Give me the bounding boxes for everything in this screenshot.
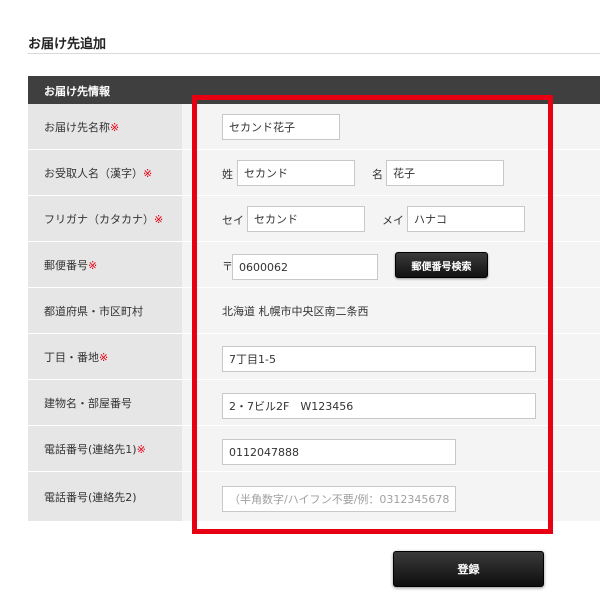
row-label-cell: お受取人名（漢字）※ [28,150,182,195]
section-header: お届け先情報 [28,76,600,104]
register-button[interactable]: 登録 [393,551,544,587]
row-label-cell: 丁目・番地※ [28,334,182,379]
required-mark: ※ [88,258,98,272]
row-content-cell [182,104,600,149]
phone2-input[interactable] [222,486,456,512]
recipient-name-label: お受取人名（漢字） [44,166,143,180]
first-kana-input[interactable] [407,206,525,232]
destination-name-input[interactable] [222,114,340,140]
first-name-prefix: 名 [372,168,383,181]
form-row-recipient-name: お受取人名（漢字）※ 姓 名 [28,150,600,196]
phone2-label: 電話番号(連絡先2) [44,490,137,504]
form-row-furigana: フリガナ（カタカナ）※ セイ メイ [28,196,600,242]
postal-search-button[interactable]: 郵便番号検索 [395,252,488,278]
form-row-postal-code: 郵便番号※ 〒 郵便番号検索 [28,242,600,288]
title-divider [28,53,600,54]
form-row-destination-name: お届け先名称※ [28,104,600,150]
required-mark: ※ [143,166,153,180]
building-label: 建物名・部屋番号 [44,396,132,410]
prefecture-city-label: 都道府県・市区町村 [44,304,143,318]
form-row-phone2: 電話番号(連絡先2) [28,472,600,522]
last-name-prefix: 姓 [222,168,233,181]
required-mark: ※ [154,212,164,226]
form-row-building: 建物名・部屋番号 [28,380,600,426]
building-input[interactable] [222,393,536,419]
row-content-cell [182,380,600,425]
required-mark: ※ [110,120,120,134]
row-content-cell: セイ メイ [182,196,600,241]
row-label-cell: フリガナ（カタカナ）※ [28,196,182,241]
row-content-cell [182,334,600,379]
last-kana-prefix: セイ [222,214,244,227]
furigana-label: フリガナ（カタカナ） [44,212,154,226]
phone1-label: 電話番号(連絡先1) [44,442,137,456]
first-kana-prefix: メイ [382,214,404,227]
prefecture-city-value: 北海道 札幌市中央区南二条西 [222,304,369,318]
row-content-cell [182,426,600,471]
row-content-cell [182,472,600,521]
form-row-block-number: 丁目・番地※ [28,334,600,380]
row-content-cell: 姓 名 [182,150,600,195]
form-row-prefecture-city: 都道府県・市区町村 北海道 札幌市中央区南二条西 [28,288,600,334]
row-label-cell: 郵便番号※ [28,242,182,287]
last-name-input[interactable] [237,160,355,186]
destination-name-label: お届け先名称 [44,120,110,134]
postal-code-input[interactable] [232,254,378,280]
required-mark: ※ [99,350,109,364]
phone1-input[interactable] [222,439,456,465]
postal-code-label: 郵便番号 [44,258,88,272]
block-number-input[interactable] [222,346,536,372]
row-label-cell: 電話番号(連絡先1)※ [28,426,182,471]
row-content-cell: 〒 郵便番号検索 [182,242,600,287]
form-row-phone1: 電話番号(連絡先1)※ [28,426,600,472]
row-label-cell: 電話番号(連絡先2) [28,472,182,521]
page-title: お届け先追加 [28,37,107,52]
row-label-cell: 建物名・部屋番号 [28,380,182,425]
section-title: お届け先情報 [44,85,110,98]
row-label-cell: お届け先名称※ [28,104,182,149]
row-content-cell: 北海道 札幌市中央区南二条西 [182,288,600,333]
row-label-cell: 都道府県・市区町村 [28,288,182,333]
first-name-input[interactable] [386,160,504,186]
required-mark: ※ [136,442,146,456]
last-kana-input[interactable] [247,206,365,232]
block-number-label: 丁目・番地 [44,350,99,364]
